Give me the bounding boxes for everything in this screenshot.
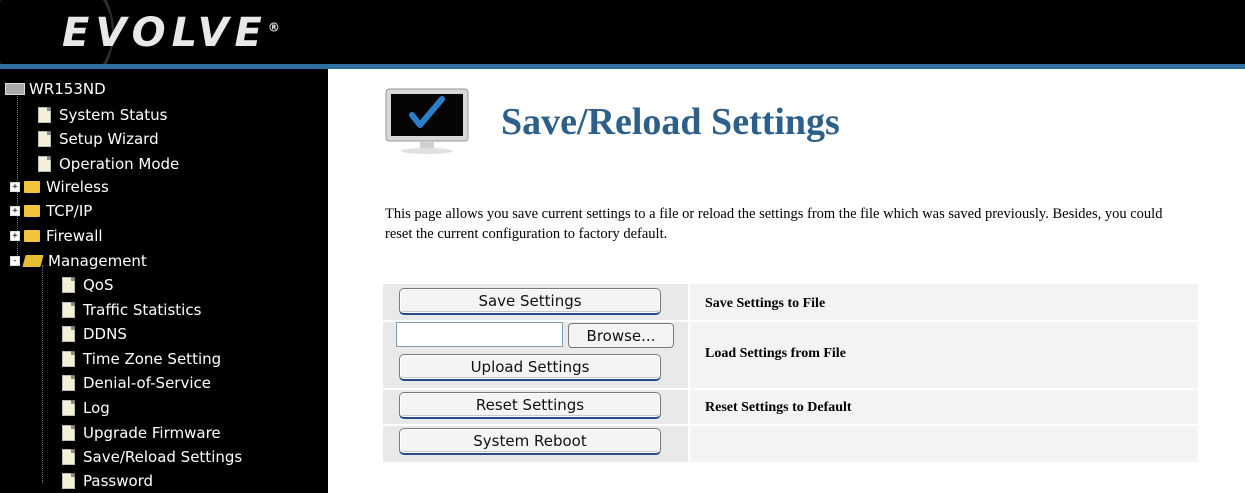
folder-icon xyxy=(24,181,40,193)
router-icon xyxy=(5,83,25,95)
page-description: This page allows you save current settin… xyxy=(385,206,1163,242)
reset-settings-button[interactable]: Reset Settings xyxy=(399,392,661,419)
sidebar-item-label: TCP/IP xyxy=(46,202,93,220)
sidebar-item-operation-mode[interactable]: Operation Mode xyxy=(38,153,179,175)
sidebar-item-label: QoS xyxy=(83,276,114,294)
sidebar-item-label: DDNS xyxy=(83,325,127,343)
reset-settings-label: Reset Settings to Default xyxy=(705,400,852,415)
sidebar-item-label: Upgrade Firmware xyxy=(83,424,221,442)
sidebar-item-upgrade-firmware[interactable]: Upgrade Firmware xyxy=(62,422,221,444)
header-banner: EVOLVE® xyxy=(0,0,1245,64)
expand-icon[interactable]: + xyxy=(10,206,20,216)
page-icon xyxy=(62,425,75,441)
page-icon xyxy=(62,302,75,318)
sidebar-item-traffic-statistics[interactable]: Traffic Statistics xyxy=(62,299,201,321)
save-settings-label: Save Settings to File xyxy=(705,296,826,311)
sidebar-item-label: Wireless xyxy=(46,178,109,196)
page-title: Save/Reload Settings xyxy=(501,101,840,143)
expand-icon[interactable]: + xyxy=(10,182,20,192)
sidebar-item-label: Time Zone Setting xyxy=(83,350,222,368)
sidebar-item-label: Denial-of-Service xyxy=(83,374,211,392)
load-settings-label: Load Settings from File xyxy=(705,346,846,361)
collapse-icon[interactable]: - xyxy=(10,256,20,266)
sidebar-item-label: Management xyxy=(48,252,147,270)
sidebar-item-label: Log xyxy=(83,399,110,417)
sidebar-item-system-status[interactable]: System Status xyxy=(38,104,168,126)
sidebar-item-label: Setup Wizard xyxy=(59,130,159,148)
sidebar-root-label: WR153ND xyxy=(29,80,106,98)
system-reboot-button[interactable]: System Reboot xyxy=(399,428,661,455)
page-icon xyxy=(62,351,75,367)
sidebar-item-denial-of-service[interactable]: Denial-of-Service xyxy=(62,372,211,394)
sidebar-item-label: Operation Mode xyxy=(59,155,180,173)
page-icon xyxy=(62,326,75,342)
sidebar-item-wireless[interactable]: + Wireless xyxy=(10,176,109,198)
sidebar-item-setup-wizard[interactable]: Setup Wizard xyxy=(38,128,159,150)
sidebar-item-log[interactable]: Log xyxy=(62,397,110,419)
page-icon xyxy=(62,449,75,465)
page-icon xyxy=(62,375,75,391)
save-settings-button[interactable]: Save Settings xyxy=(399,288,661,315)
page-icon xyxy=(62,473,75,489)
sidebar-item-label: Traffic Statistics xyxy=(83,301,202,319)
browse-button[interactable]: Browse... xyxy=(568,323,674,348)
sidebar-item-label: System Status xyxy=(59,106,168,124)
sidebar-item-label: Firewall xyxy=(46,227,103,245)
sidebar-item-qos[interactable]: QoS xyxy=(62,274,114,296)
page-icon xyxy=(38,156,51,172)
sidebar-item-firewall[interactable]: + Firewall xyxy=(10,225,103,247)
folder-icon xyxy=(24,205,40,217)
monitor-check-icon xyxy=(385,88,469,154)
page-icon xyxy=(38,131,51,147)
sidebar-item-tcpip[interactable]: + TCP/IP xyxy=(10,200,92,222)
open-folder-icon xyxy=(22,255,44,267)
expand-icon[interactable]: + xyxy=(10,231,20,241)
sidebar-item-label: Save/Reload Settings xyxy=(83,448,243,466)
folder-icon xyxy=(24,230,40,242)
page-icon xyxy=(38,107,51,123)
upload-settings-button[interactable]: Upload Settings xyxy=(399,354,661,381)
file-path-input[interactable] xyxy=(396,322,563,347)
brand-logo: EVOLVE® xyxy=(62,10,280,56)
sidebar-item-time-zone-setting[interactable]: Time Zone Setting xyxy=(62,348,221,370)
sidebar-item-password[interactable]: Password xyxy=(62,470,153,492)
sidebar-item-save-reload-settings[interactable]: Save/Reload Settings xyxy=(62,446,242,468)
sidebar-root[interactable]: WR153ND xyxy=(5,78,106,100)
sidebar-item-ddns[interactable]: DDNS xyxy=(62,323,127,345)
page-icon xyxy=(62,277,75,293)
page-icon xyxy=(62,400,75,416)
sidebar-item-label: Password xyxy=(83,472,154,490)
sidebar-item-management[interactable]: - Management xyxy=(10,250,147,272)
sidebar-nav: WR153ND System Status Setup Wizard Opera… xyxy=(0,69,328,493)
